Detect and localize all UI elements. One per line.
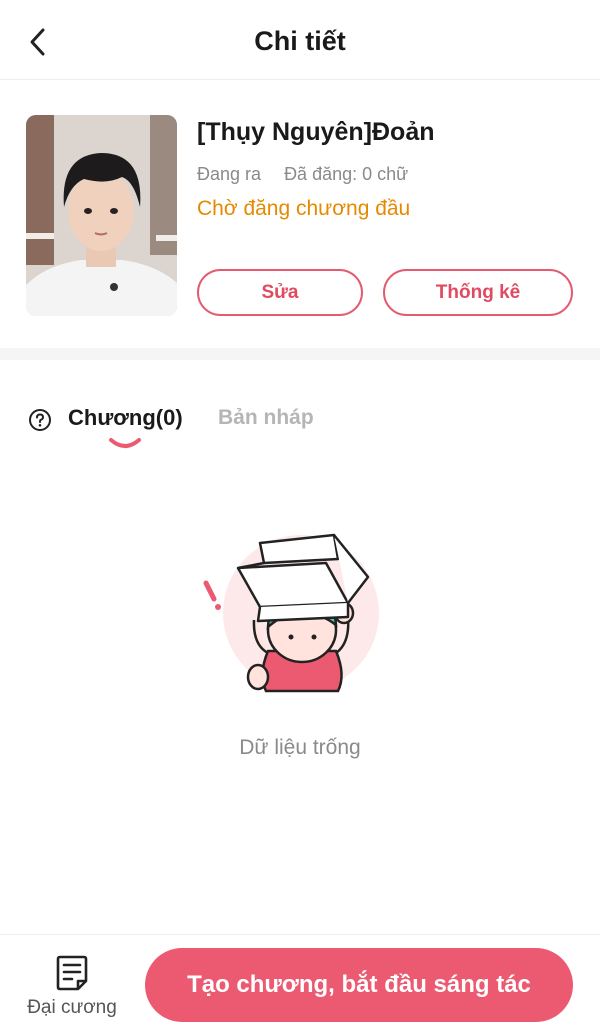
empty-state-text: Dữ liệu trống [239, 736, 361, 759]
page-title: Chi tiết [254, 26, 346, 56]
outline-label: Đại cương [27, 997, 117, 1018]
book-state: Đang ra [197, 164, 262, 184]
cover-portrait [26, 115, 177, 316]
book-meta: Đang ra Đã đăng: 0 chữ [197, 164, 408, 185]
book-cover-image[interactable] [26, 115, 177, 316]
create-chapter-button[interactable]: Tạo chương, bắt đầu sáng tác [145, 948, 573, 1022]
tab-drafts[interactable]: Bản nháp [218, 406, 314, 430]
outline-button[interactable]: Đại cương [14, 951, 130, 1031]
header: Chi tiết [0, 0, 600, 80]
chapter-tabs: Chương(0) Bản nháp [0, 360, 600, 460]
book-title: [Thụy Nguyên]Đoản [197, 118, 435, 146]
section-divider [0, 348, 600, 360]
active-tab-indicator [109, 438, 141, 448]
tab-chapters[interactable]: Chương(0) [68, 405, 183, 431]
book-detail-screen: Chi tiết [Thụy Nguyên]Đoản Đang ra Đã đă… [0, 0, 600, 1034]
document-lines-icon [56, 955, 88, 991]
question-circle-icon[interactable] [28, 408, 52, 432]
statistics-button[interactable]: Thống kê [383, 269, 573, 316]
empty-box-illustration [203, 533, 379, 693]
book-word-count: Đã đăng: 0 chữ [284, 164, 409, 184]
bottom-action-bar: Đại cương Tạo chương, bắt đầu sáng tác [0, 934, 600, 1034]
book-status: Chờ đăng chương đầu [197, 197, 411, 220]
edit-button[interactable]: Sửa [197, 269, 363, 316]
book-info-card: [Thụy Nguyên]Đoản Đang ra Đã đăng: 0 chữ… [0, 80, 600, 348]
